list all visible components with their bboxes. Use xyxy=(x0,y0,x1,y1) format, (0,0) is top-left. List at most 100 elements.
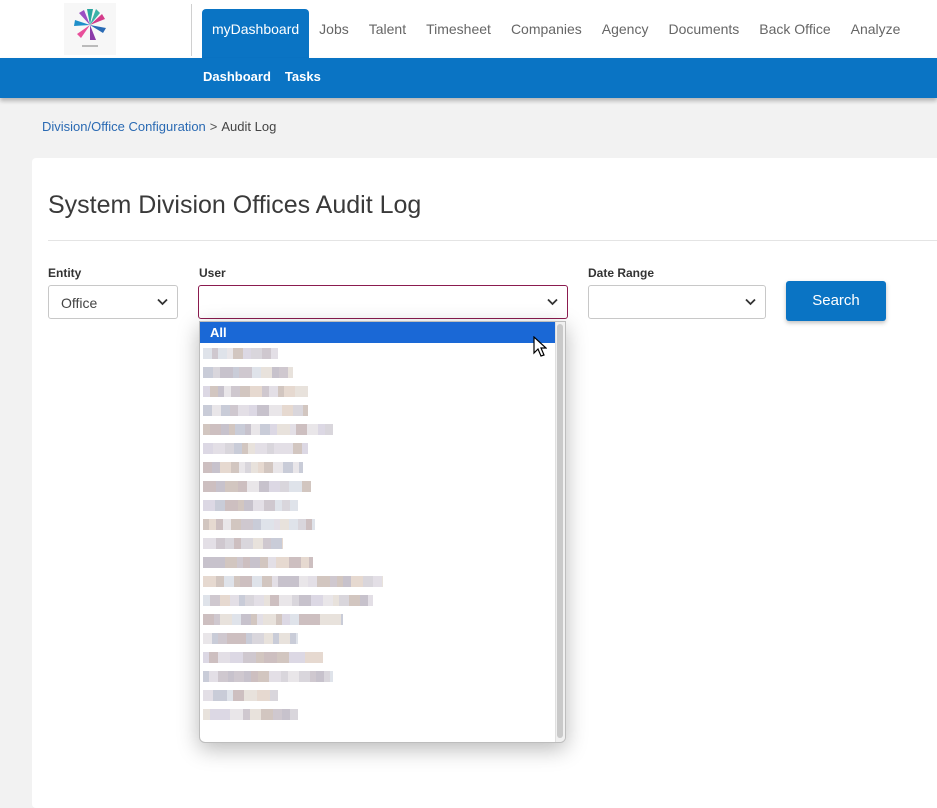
redaction-block xyxy=(212,405,221,416)
nav-item-jobs[interactable]: Jobs xyxy=(309,9,359,58)
redaction-block xyxy=(289,557,301,568)
user-option-redacted[interactable] xyxy=(203,481,311,492)
user-option-redacted[interactable] xyxy=(203,500,298,511)
redaction-block xyxy=(203,557,216,568)
redaction-block xyxy=(203,709,210,720)
nav-item-talent[interactable]: Talent xyxy=(359,9,416,58)
redaction-block xyxy=(274,443,284,454)
redaction-block xyxy=(281,671,288,682)
redaction-block xyxy=(252,367,261,378)
user-option-redacted[interactable] xyxy=(203,367,293,378)
breadcrumb-link-division-office[interactable]: Division/Office Configuration xyxy=(42,119,206,134)
redaction-block xyxy=(339,595,349,606)
nav-item-analyze[interactable]: Analyze xyxy=(841,9,911,58)
top-navigation-bar: myDashboard Jobs Talent Timesheet Compan… xyxy=(0,0,937,58)
redaction-block xyxy=(203,614,214,625)
nav-item-companies[interactable]: Companies xyxy=(501,9,592,58)
nav-item-back-office[interactable]: Back Office xyxy=(749,9,840,58)
redaction-block xyxy=(225,557,237,568)
nav-item-mydashboard[interactable]: myDashboard xyxy=(202,9,310,58)
redaction-block xyxy=(288,671,299,682)
redaction-block xyxy=(243,348,251,359)
redaction-block xyxy=(203,595,210,606)
redaction-block xyxy=(363,576,373,587)
user-option-redacted[interactable] xyxy=(203,424,333,435)
date-range-select[interactable] xyxy=(588,285,766,319)
user-dropdown-list: All xyxy=(199,321,566,743)
subnav-item-dashboard[interactable]: Dashboard xyxy=(203,58,271,98)
entity-select[interactable]: Office xyxy=(48,285,178,319)
redaction-block xyxy=(235,424,245,435)
redaction-block xyxy=(264,462,273,473)
redaction-block xyxy=(224,576,234,587)
user-option-redacted[interactable] xyxy=(203,633,298,644)
redaction-block xyxy=(341,614,343,625)
redaction-block xyxy=(203,424,210,435)
redaction-block xyxy=(269,671,281,682)
redaction-block xyxy=(298,652,305,663)
user-option-redacted[interactable] xyxy=(203,709,298,720)
redaction-block xyxy=(225,538,234,549)
redaction-block xyxy=(251,671,258,682)
redaction-block xyxy=(299,462,303,473)
dropdown-scrollbar-thumb[interactable] xyxy=(557,324,563,738)
company-logo[interactable] xyxy=(64,3,116,55)
redaction-block xyxy=(318,424,325,435)
user-option-redacted[interactable] xyxy=(203,538,283,549)
redaction-block xyxy=(234,538,241,549)
user-option-redacted[interactable] xyxy=(203,443,308,454)
redaction-block xyxy=(220,709,230,720)
user-select[interactable] xyxy=(198,285,568,319)
redaction-block xyxy=(332,424,333,435)
redaction-block xyxy=(218,348,227,359)
redaction-block xyxy=(259,481,269,492)
breadcrumb-separator: > xyxy=(209,119,218,134)
user-option-redacted[interactable] xyxy=(203,690,278,701)
user-option-redacted[interactable] xyxy=(203,614,343,625)
redaction-block xyxy=(261,519,274,530)
redaction-block xyxy=(289,652,298,663)
title-divider xyxy=(48,240,937,241)
user-option-all[interactable]: All xyxy=(200,322,557,343)
redaction-block xyxy=(282,405,293,416)
redaction-block xyxy=(298,519,306,530)
dropdown-scrollbar[interactable] xyxy=(555,322,565,742)
redaction-block xyxy=(203,538,216,549)
redaction-block xyxy=(263,614,270,625)
user-option-redacted[interactable] xyxy=(203,671,333,682)
breadcrumb: Division/Office Configuration > Audit Log xyxy=(42,119,276,134)
redaction-block xyxy=(213,443,225,454)
redaction-block xyxy=(225,443,234,454)
search-button[interactable]: Search xyxy=(786,281,886,321)
nav-item-documents[interactable]: Documents xyxy=(658,9,749,58)
redaction-block xyxy=(252,576,262,587)
redaction-block xyxy=(221,424,229,435)
nav-item-timesheet[interactable]: Timesheet xyxy=(416,9,501,58)
user-option-redacted[interactable] xyxy=(203,576,383,587)
redaction-block xyxy=(307,424,318,435)
redaction-block xyxy=(279,633,290,644)
redaction-block xyxy=(299,595,311,606)
subnav-item-tasks[interactable]: Tasks xyxy=(285,58,321,98)
redaction-block xyxy=(257,405,269,416)
redaction-block xyxy=(245,595,254,606)
redaction-block xyxy=(215,500,225,511)
user-option-redacted[interactable] xyxy=(203,595,373,606)
redaction-block xyxy=(203,633,212,644)
redaction-block xyxy=(280,481,289,492)
redaction-block xyxy=(270,595,279,606)
sub-navigation-bar: Dashboard Tasks xyxy=(0,58,937,98)
redaction-block xyxy=(218,633,227,644)
nav-item-agency[interactable]: Agency xyxy=(592,9,659,58)
user-option-redacted[interactable] xyxy=(203,348,278,359)
user-option-redacted[interactable] xyxy=(203,405,308,416)
redaction-block xyxy=(273,462,283,473)
user-option-redacted[interactable] xyxy=(203,652,323,663)
redaction-block xyxy=(296,633,298,644)
redaction-block xyxy=(241,538,253,549)
user-option-redacted[interactable] xyxy=(203,557,313,568)
user-option-redacted[interactable] xyxy=(203,462,303,473)
redaction-block xyxy=(203,500,215,511)
user-option-redacted[interactable] xyxy=(203,519,315,530)
user-option-redacted[interactable] xyxy=(203,386,308,397)
